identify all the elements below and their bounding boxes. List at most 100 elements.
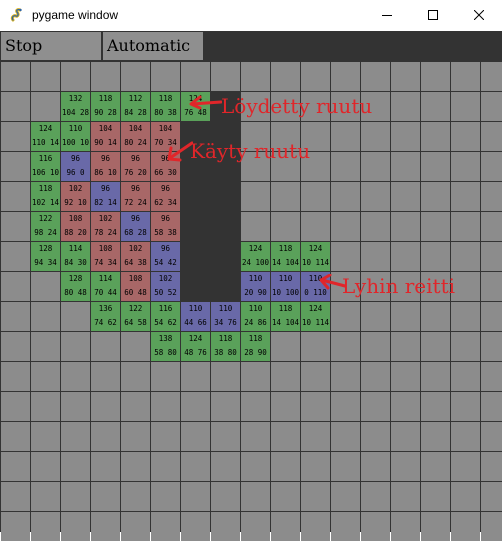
empty-cell[interactable] bbox=[421, 392, 450, 421]
empty-cell[interactable] bbox=[361, 302, 390, 331]
empty-cell[interactable] bbox=[1, 482, 30, 511]
empty-cell[interactable] bbox=[481, 452, 502, 481]
empty-cell[interactable] bbox=[391, 242, 420, 271]
empty-cell[interactable] bbox=[361, 152, 390, 181]
empty-cell[interactable] bbox=[301, 362, 330, 391]
empty-cell[interactable] bbox=[121, 62, 150, 91]
found-cell[interactable]: 122 64 58 bbox=[121, 302, 150, 331]
empty-cell[interactable] bbox=[391, 452, 420, 481]
empty-cell[interactable] bbox=[271, 482, 300, 511]
empty-cell[interactable] bbox=[61, 392, 90, 421]
empty-cell[interactable] bbox=[361, 362, 390, 391]
empty-cell[interactable] bbox=[301, 62, 330, 91]
empty-cell[interactable] bbox=[481, 122, 502, 151]
empty-cell[interactable] bbox=[331, 302, 360, 331]
empty-cell[interactable] bbox=[331, 212, 360, 241]
path-cell[interactable]: 110 44 66 bbox=[181, 302, 210, 331]
empty-cell[interactable] bbox=[421, 332, 450, 361]
found-cell[interactable]: 118 90 28 bbox=[91, 92, 120, 121]
empty-cell[interactable] bbox=[181, 422, 210, 451]
empty-cell[interactable] bbox=[451, 362, 480, 391]
empty-cell[interactable] bbox=[481, 482, 502, 511]
empty-cell[interactable] bbox=[391, 152, 420, 181]
empty-cell[interactable] bbox=[31, 62, 60, 91]
visited-cell[interactable]: 102 92 10 bbox=[61, 182, 90, 211]
path-cell[interactable]: 110 34 76 bbox=[211, 302, 240, 331]
empty-cell[interactable] bbox=[451, 62, 480, 91]
empty-cell[interactable] bbox=[331, 182, 360, 211]
found-cell[interactable]: 116 106 10 bbox=[31, 152, 60, 181]
empty-cell[interactable] bbox=[271, 362, 300, 391]
empty-cell[interactable] bbox=[391, 302, 420, 331]
empty-cell[interactable] bbox=[121, 512, 150, 541]
empty-cell[interactable] bbox=[301, 482, 330, 511]
empty-cell[interactable] bbox=[211, 362, 240, 391]
empty-cell[interactable] bbox=[481, 362, 502, 391]
empty-cell[interactable] bbox=[1, 392, 30, 421]
empty-cell[interactable] bbox=[361, 422, 390, 451]
empty-cell[interactable] bbox=[391, 332, 420, 361]
empty-cell[interactable] bbox=[91, 422, 120, 451]
empty-cell[interactable] bbox=[331, 62, 360, 91]
found-cell[interactable]: 118 14 104 bbox=[271, 242, 300, 271]
empty-cell[interactable] bbox=[481, 242, 502, 271]
visited-cell[interactable]: 108 74 34 bbox=[91, 242, 120, 271]
empty-cell[interactable] bbox=[301, 512, 330, 541]
close-button[interactable] bbox=[456, 0, 502, 31]
empty-cell[interactable] bbox=[211, 392, 240, 421]
found-cell[interactable]: 128 80 48 bbox=[61, 272, 90, 301]
empty-cell[interactable] bbox=[1, 422, 30, 451]
found-cell[interactable]: 124 48 76 bbox=[181, 332, 210, 361]
empty-cell[interactable] bbox=[1, 452, 30, 481]
empty-cell[interactable] bbox=[421, 212, 450, 241]
empty-cell[interactable] bbox=[331, 362, 360, 391]
found-cell[interactable]: 124 10 114 bbox=[301, 242, 330, 271]
automatic-button[interactable]: Automatic bbox=[103, 32, 203, 60]
empty-cell[interactable] bbox=[91, 482, 120, 511]
maximize-button[interactable] bbox=[410, 0, 456, 31]
empty-cell[interactable] bbox=[421, 152, 450, 181]
empty-cell[interactable] bbox=[331, 332, 360, 361]
empty-cell[interactable] bbox=[451, 152, 480, 181]
empty-cell[interactable] bbox=[151, 512, 180, 541]
empty-cell[interactable] bbox=[421, 422, 450, 451]
found-cell[interactable]: 122 98 24 bbox=[31, 212, 60, 241]
empty-cell[interactable] bbox=[211, 422, 240, 451]
path-cell[interactable]: 96 82 14 bbox=[91, 182, 120, 211]
empty-cell[interactable] bbox=[31, 482, 60, 511]
empty-cell[interactable] bbox=[1, 182, 30, 211]
empty-cell[interactable] bbox=[451, 242, 480, 271]
visited-cell[interactable]: 108 88 20 bbox=[61, 212, 90, 241]
empty-cell[interactable] bbox=[451, 392, 480, 421]
visited-cell[interactable]: 102 64 38 bbox=[121, 242, 150, 271]
wall-cell[interactable] bbox=[181, 182, 210, 211]
empty-cell[interactable] bbox=[391, 512, 420, 541]
empty-cell[interactable] bbox=[361, 512, 390, 541]
empty-cell[interactable] bbox=[61, 422, 90, 451]
visited-cell[interactable]: 104 80 24 bbox=[121, 122, 150, 151]
empty-cell[interactable] bbox=[421, 452, 450, 481]
empty-cell[interactable] bbox=[301, 332, 330, 361]
empty-cell[interactable] bbox=[91, 392, 120, 421]
empty-cell[interactable] bbox=[481, 302, 502, 331]
empty-cell[interactable] bbox=[331, 512, 360, 541]
empty-cell[interactable] bbox=[91, 512, 120, 541]
empty-cell[interactable] bbox=[1, 62, 30, 91]
found-cell[interactable]: 132 104 28 bbox=[61, 92, 90, 121]
empty-cell[interactable] bbox=[331, 422, 360, 451]
empty-cell[interactable] bbox=[31, 422, 60, 451]
empty-cell[interactable] bbox=[1, 92, 30, 121]
empty-cell[interactable] bbox=[61, 302, 90, 331]
empty-cell[interactable] bbox=[1, 212, 30, 241]
empty-cell[interactable] bbox=[481, 332, 502, 361]
empty-cell[interactable] bbox=[1, 242, 30, 271]
empty-cell[interactable] bbox=[241, 362, 270, 391]
empty-cell[interactable] bbox=[31, 512, 60, 541]
found-cell[interactable]: 118 80 38 bbox=[151, 92, 180, 121]
empty-cell[interactable] bbox=[61, 512, 90, 541]
empty-cell[interactable] bbox=[181, 512, 210, 541]
stop-button[interactable]: Stop bbox=[1, 32, 101, 60]
visited-cell[interactable]: 104 90 14 bbox=[91, 122, 120, 151]
empty-cell[interactable] bbox=[91, 362, 120, 391]
empty-cell[interactable] bbox=[271, 392, 300, 421]
